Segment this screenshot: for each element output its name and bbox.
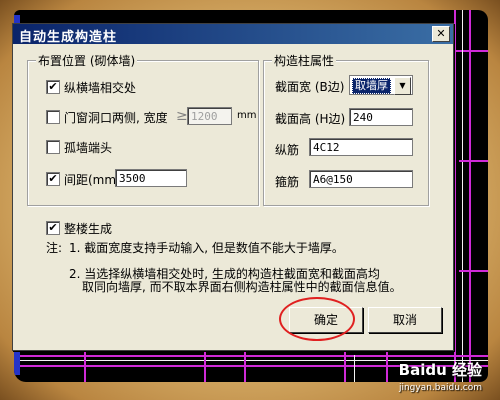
auto-generate-column-dialog: 自动生成构造柱 ✕ 布置位置 (砌体墙) ✔ 纵横墙相交处 门窗洞口两侧, 宽度… (12, 23, 454, 351)
whole-floor-label: 整楼生成 (64, 222, 113, 236)
chevron-down-icon[interactable]: ▼ (394, 77, 411, 95)
title-bar[interactable]: 自动生成构造柱 ✕ (13, 24, 453, 45)
cad-line (344, 350, 346, 382)
cad-line (354, 355, 355, 382)
cad-line (469, 10, 471, 382)
highlight-ring (279, 297, 355, 341)
spacing-label: 间距(mm) (64, 173, 121, 187)
note-line-3: 取同向墙厚, 而不取本界面右侧构造柱属性中的截面信息值。 (82, 280, 402, 294)
door-window-width-unit: mm (237, 110, 257, 121)
cad-line (459, 160, 488, 162)
section-height-label: 截面高 (H边) (275, 112, 346, 126)
longitudinal-bar-input[interactable]: 4C12 (309, 138, 413, 156)
wall-intersection-label: 纵横墙相交处 (64, 81, 137, 95)
whole-floor-checkbox[interactable]: ✔ (46, 221, 60, 235)
watermark-url: jingyan.baidu.com (398, 383, 482, 393)
placement-group-label: 布置位置 (砌体墙) (36, 52, 138, 69)
cad-line (244, 350, 246, 382)
notes-prefix: 注: (46, 241, 63, 255)
baidu-watermark: Baidu 经验 (398, 361, 482, 379)
longitudinal-bar-label: 纵筋 (275, 143, 300, 157)
cad-line (459, 270, 488, 272)
cancel-button[interactable]: 取消 (368, 307, 442, 333)
note-line-1: 1. 截面宽度支持手动输入, 但是数值不能大于墙厚。 (69, 241, 344, 255)
cad-line (454, 10, 456, 382)
dialog-title: 自动生成构造柱 (19, 30, 118, 45)
section-width-label: 截面宽 (B边) (275, 80, 345, 94)
door-window-label: 门窗洞口两侧, 宽度 (64, 111, 168, 125)
door-window-checkbox[interactable] (46, 110, 60, 124)
cad-line (462, 10, 463, 382)
spacing-checkbox[interactable]: ✔ (46, 172, 60, 186)
isolated-wall-end-label: 孤墙端头 (64, 141, 113, 155)
stirrup-input[interactable]: A6@150 (309, 170, 413, 188)
cad-line (84, 350, 86, 382)
stirrup-label: 箍筋 (275, 175, 300, 189)
width-operator: ≥ (176, 108, 188, 124)
properties-group-label: 构造柱属性 (272, 52, 337, 69)
cad-line (386, 350, 388, 382)
cad-line (204, 350, 206, 382)
door-window-width-input[interactable]: 1200 (187, 107, 232, 125)
wall-intersection-checkbox[interactable]: ✔ (46, 80, 60, 94)
close-icon[interactable]: ✕ (432, 26, 450, 42)
section-width-select[interactable]: 取墙厚 ▼ (349, 75, 413, 95)
section-height-input[interactable]: 240 (349, 108, 413, 126)
isolated-wall-end-checkbox[interactable] (46, 140, 60, 154)
section-width-value: 取墙厚 (352, 78, 391, 94)
spacing-input[interactable]: 3500 (115, 169, 187, 187)
